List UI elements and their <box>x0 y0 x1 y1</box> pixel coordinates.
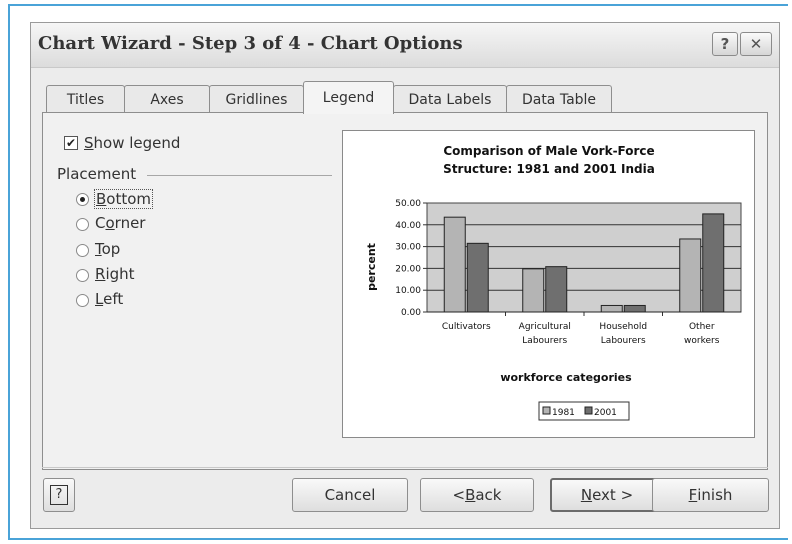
y-tick-label: 30.00 <box>395 243 421 253</box>
legend-box: 1981 2001 <box>538 401 630 421</box>
x-tick-label: Labourers <box>522 336 567 346</box>
help-icon: ? <box>50 485 68 505</box>
bar-1981 <box>679 238 702 313</box>
x-tick-label: workers <box>684 336 720 346</box>
tab-label: Axes <box>150 91 184 108</box>
placement-group-label: Placement <box>57 165 137 183</box>
bar-2001 <box>545 266 568 313</box>
tab-titles[interactable]: Titles <box>46 85 125 113</box>
y-tick-label: 50.00 <box>395 199 421 209</box>
radio-left-label[interactable]: Left <box>95 290 123 308</box>
radio-corner[interactable] <box>76 218 89 231</box>
tab-label: Data Table <box>521 91 597 108</box>
x-tick-label: Agricultural <box>519 322 571 332</box>
bar-2001 <box>623 304 646 313</box>
radio-top-label[interactable]: Top <box>95 240 120 258</box>
tab-legend[interactable]: Legend <box>303 81 394 114</box>
chart-wizard-dialog: Chart Wizard - Step 3 of 4 - Chart Optio… <box>30 22 780 529</box>
help-button[interactable]: ? <box>43 478 75 512</box>
finish-button[interactable]: Finish <box>652 478 769 512</box>
radio-left[interactable] <box>76 294 89 307</box>
bar-1981 <box>600 304 623 313</box>
chart-svg: Comparison of Male Vork-Force Structure:… <box>365 144 742 421</box>
show-legend-label: Show legend <box>84 134 181 152</box>
legend-tab-panel: ✔ Show legend Placement Bottom Corner To… <box>42 112 768 470</box>
y-tick-label: 40.00 <box>395 221 421 231</box>
title-bar: Chart Wizard - Step 3 of 4 - Chart Optio… <box>31 23 779 68</box>
radio-top[interactable] <box>76 244 89 257</box>
radio-bottom-label[interactable]: Bottom <box>94 189 154 209</box>
legend-swatch-2001 <box>584 406 593 415</box>
radio-right[interactable] <box>76 269 89 282</box>
close-icon: ✕ <box>749 35 763 53</box>
tab-axes[interactable]: Axes <box>124 85 210 113</box>
y-tick-label: 20.00 <box>395 264 421 274</box>
legend-label-1981: 1981 <box>552 408 575 418</box>
x-tick-label: Household <box>599 322 647 332</box>
frame-bottom-line <box>8 538 788 540</box>
tab-label: Legend <box>322 90 375 106</box>
back-button[interactable]: < Back <box>420 478 534 512</box>
placement-group-line <box>147 175 332 176</box>
tab-gridlines[interactable]: Gridlines <box>209 85 304 113</box>
button-row-divider <box>42 467 768 468</box>
tab-label: Data Labels <box>408 91 492 108</box>
x-tick-label: Labourers <box>601 336 646 346</box>
chart-title-line-1: Comparison of Male Vork-Force <box>443 144 654 158</box>
legend-label-2001: 2001 <box>594 408 617 418</box>
help-title-button[interactable]: ? <box>712 32 738 56</box>
radio-right-label[interactable]: Right <box>95 265 135 283</box>
tab-data-labels[interactable]: Data Labels <box>393 85 507 113</box>
window-title: Chart Wizard - Step 3 of 4 - Chart Optio… <box>38 33 463 54</box>
tab-label: Titles <box>66 91 105 108</box>
show-legend-checkbox[interactable]: ✔ <box>64 136 78 150</box>
question-icon: ? <box>720 35 730 53</box>
y-axis-label: percent <box>365 243 378 291</box>
legend-swatch-1981 <box>542 406 551 415</box>
tab-label: Gridlines <box>225 91 288 108</box>
x-tick-label: Other <box>689 322 715 332</box>
frame-left-line <box>8 4 10 540</box>
x-axis-label: workforce categories <box>500 371 632 384</box>
radio-bottom[interactable] <box>76 193 89 206</box>
radio-corner-label[interactable]: Corner <box>95 214 145 232</box>
cancel-button[interactable]: Cancel <box>292 478 408 512</box>
chart-preview: Comparison of Male Vork-Force Structure:… <box>342 130 755 438</box>
next-button[interactable]: Next > <box>550 478 664 512</box>
y-tick-label: 10.00 <box>395 286 421 296</box>
bar-1981 <box>522 268 545 313</box>
chart-title-line-2: Structure: 1981 and 2001 India <box>443 162 655 176</box>
x-tick-label: Cultivators <box>442 322 491 332</box>
bar-2001 <box>466 242 489 313</box>
tab-data-table[interactable]: Data Table <box>506 85 612 113</box>
plot-area: 50.00 40.00 30.00 20.00 10.00 0.00 Cultivators… <box>395 199 742 346</box>
bar-2001 <box>702 213 725 313</box>
frame-top-line <box>8 4 788 6</box>
bar-1981 <box>443 216 466 313</box>
close-button[interactable]: ✕ <box>740 32 772 56</box>
y-tick-label: 0.00 <box>401 308 421 318</box>
